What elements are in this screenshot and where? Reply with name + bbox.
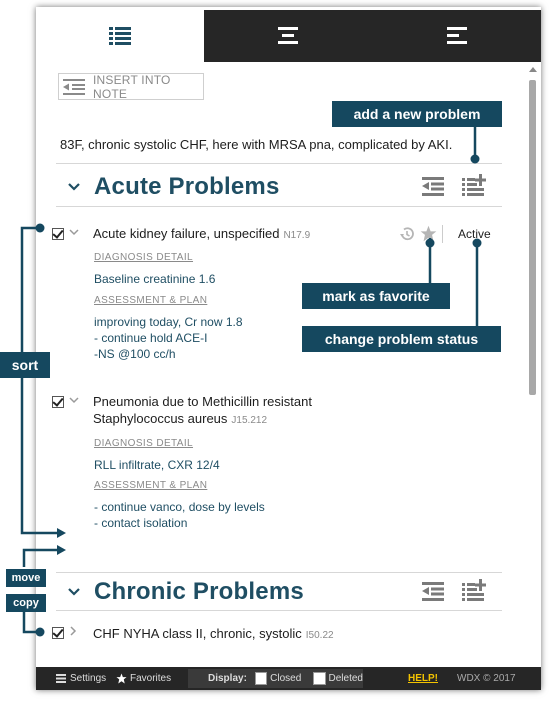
divider (56, 206, 502, 207)
divider (56, 163, 502, 164)
callout-add-problem: add a new problem (332, 101, 502, 127)
problem-title-text: Acute kidney failure, unspecified (93, 226, 280, 241)
chevron-down-icon[interactable] (68, 588, 80, 596)
closed-checkbox[interactable] (254, 672, 268, 685)
assessment-plan-text[interactable]: - continue vanco, dose by levels - conta… (94, 499, 265, 531)
display-label: Display: (208, 673, 247, 684)
problem-title-text: CHF NYHA class II, chronic, systolic (93, 626, 302, 641)
patient-summary: 83F, chronic systolic CHF, here with MRS… (60, 137, 453, 152)
add-problem-icon[interactable] (462, 174, 486, 196)
assessment-plan-label: ASSESSMENT & PLAN (94, 295, 208, 306)
diagnosis-detail-text[interactable]: Baseline creatinine 1.6 (94, 271, 215, 287)
star-icon (116, 673, 127, 684)
problem-title-text: Staphylococcus aureus (93, 411, 228, 426)
left-align-icon (446, 26, 468, 46)
problem-code: I50.22 (305, 630, 334, 641)
tab-list[interactable] (36, 10, 205, 62)
menu-icon (56, 674, 66, 683)
problem-checkbox[interactable] (52, 627, 64, 639)
list-icon (109, 26, 132, 46)
separator (442, 225, 443, 243)
view-tabs (36, 10, 541, 62)
deleted-checkbox[interactable] (313, 672, 326, 685)
section-title-chronic: Chronic Problems (94, 578, 304, 605)
settings-label: Settings (70, 673, 107, 684)
assessment-line: - continue hold ACE-I (94, 331, 208, 345)
problem-checkbox[interactable] (52, 396, 64, 408)
scroll-up-arrow[interactable] (529, 67, 537, 72)
sort-icon[interactable] (422, 581, 444, 601)
display-filter: Display: Closed Deleted (188, 669, 363, 688)
settings-button[interactable]: Settings (56, 673, 106, 684)
assessment-line: -NS @100 cc/h (94, 347, 176, 361)
problem-status[interactable]: Active (458, 227, 491, 241)
tab-left[interactable] (372, 10, 541, 62)
diagnosis-detail-text[interactable]: RLL infiltrate, CXR 12/4 (94, 457, 220, 473)
insert-into-note-button[interactable]: INSERT INTO NOTE (58, 72, 204, 101)
acute-section-header[interactable]: Acute Problems (68, 173, 280, 201)
help-link[interactable]: HELP! (408, 673, 438, 684)
insert-note-icon (63, 78, 85, 96)
closed-label: Closed (270, 673, 302, 684)
diagnosis-detail-label: DIAGNOSIS DETAIL (94, 438, 194, 449)
problem-title[interactable]: Acute kidney failure, unspecified N17.9 (93, 225, 310, 244)
assessment-line: - continue vanco, dose by levels (94, 500, 265, 514)
chevron-down-icon[interactable] (68, 183, 80, 191)
chevron-down-icon[interactable] (69, 395, 79, 407)
assessment-plan-label: ASSESSMENT & PLAN (94, 480, 208, 491)
copyright-text: WDX © 2017 (457, 673, 516, 684)
problem-title[interactable]: Pneumonia due to Methicillin resistant S… (93, 393, 312, 429)
diagnosis-detail-label: DIAGNOSIS DETAIL (94, 252, 194, 263)
tab-centered[interactable] (204, 10, 373, 62)
divider (56, 572, 502, 573)
problem-code: N17.9 (283, 230, 311, 241)
problem-title-text: Pneumonia due to Methicillin resistant (93, 394, 312, 409)
callout-sort: sort (0, 352, 50, 378)
assessment-line: improving today, Cr now 1.8 (94, 315, 243, 329)
footer-bar: Settings Favorites Display: Closed Delet… (36, 667, 541, 690)
add-problem-icon[interactable] (462, 579, 486, 601)
center-align-icon (277, 26, 299, 46)
assessment-line: - contact isolation (94, 516, 188, 530)
callout-move: move (6, 569, 46, 587)
scroll-thumb[interactable] (529, 80, 536, 395)
chevron-right-icon[interactable] (70, 626, 77, 639)
favorites-button[interactable]: Favorites (116, 673, 171, 684)
problem-code: J15.212 (231, 415, 268, 426)
sort-icon[interactable] (422, 176, 444, 196)
insert-into-note-label: INSERT INTO NOTE (93, 72, 171, 101)
favorites-label: Favorites (130, 673, 172, 684)
divider (56, 610, 502, 611)
star-icon[interactable] (420, 225, 437, 242)
callout-copy: copy (6, 594, 46, 612)
chevron-down-icon[interactable] (69, 227, 79, 239)
callout-favorite: mark as favorite (302, 283, 450, 309)
chronic-section-header[interactable]: Chronic Problems (68, 578, 304, 606)
scrollbar[interactable] (528, 62, 538, 677)
section-title-acute: Acute Problems (94, 173, 280, 200)
callout-status: change problem status (302, 326, 501, 352)
deleted-label: Deleted (328, 673, 363, 684)
problem-checkbox[interactable] (52, 228, 64, 240)
history-icon[interactable] (399, 226, 415, 242)
assessment-plan-text[interactable]: improving today, Cr now 1.8 - continue h… (94, 314, 243, 362)
problem-title[interactable]: CHF NYHA class II, chronic, systolic I50.… (93, 625, 334, 644)
